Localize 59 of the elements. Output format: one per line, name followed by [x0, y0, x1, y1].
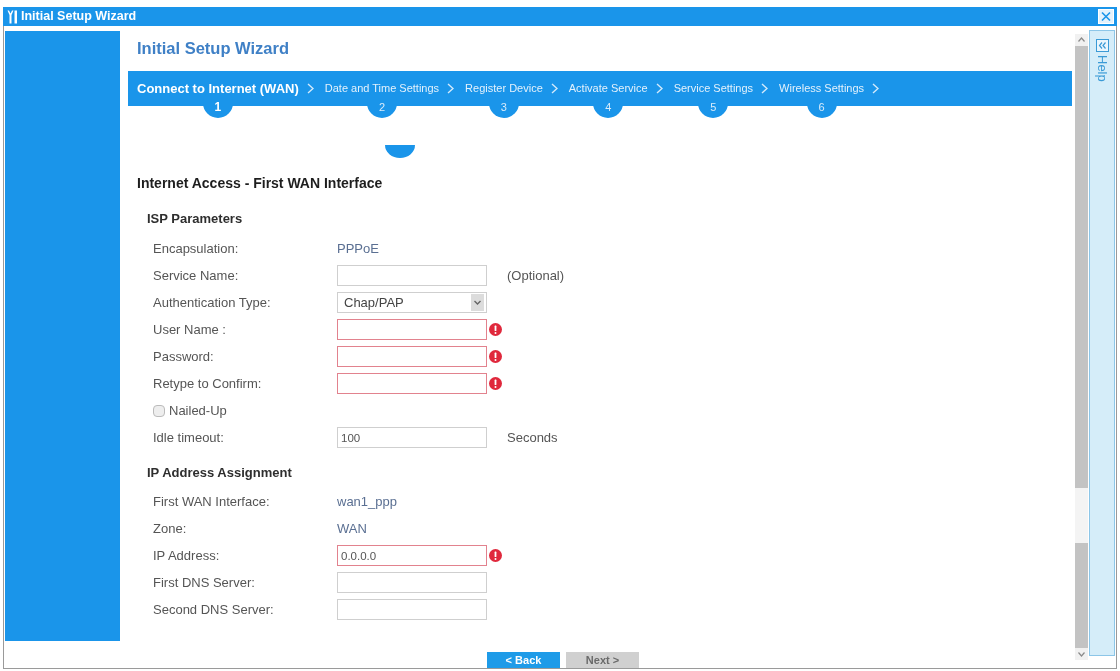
- field-label: User Name :: [153, 320, 227, 339]
- double-chevron-icon[interactable]: [1095, 39, 1109, 52]
- input-field[interactable]: 100: [337, 427, 487, 448]
- section-title: Internet Access - First WAN Interface: [137, 174, 384, 193]
- caret-icon: [471, 294, 484, 311]
- unit-label: Seconds: [507, 428, 558, 447]
- input-field[interactable]: [337, 265, 487, 286]
- field-label: Password:: [153, 347, 215, 366]
- error-icon: [489, 323, 502, 336]
- field-label: Authentication Type:: [153, 293, 272, 312]
- chevron-icon: [550, 83, 558, 94]
- wizard-step-tab[interactable]: Register Device: [465, 80, 543, 97]
- chevron-icon: [306, 83, 314, 94]
- field-label: First WAN Interface:: [153, 492, 271, 511]
- down-caret-icon[interactable]: [1075, 648, 1088, 660]
- field-value: PPPoE: [337, 239, 379, 258]
- group-title: IP Address Assignment: [147, 464, 293, 482]
- input-field[interactable]: [337, 373, 487, 394]
- error-icon: [489, 549, 502, 562]
- chevron-icon: [655, 83, 663, 94]
- field-label: Encapsulation:: [153, 239, 240, 258]
- field-value: wan1_ppp: [337, 492, 397, 511]
- field-label: Service Name:: [153, 266, 240, 285]
- close-icon[interactable]: [1098, 9, 1114, 24]
- input-field[interactable]: 0.0.0.0: [337, 545, 487, 566]
- wizard-step-tab[interactable]: Connect to Internet (WAN): [137, 78, 299, 99]
- error-icon: [489, 377, 502, 390]
- wizard-step-tab[interactable]: Service Settings: [673, 80, 754, 97]
- input-field[interactable]: [337, 572, 487, 593]
- up-caret-icon[interactable]: [1075, 34, 1088, 46]
- field-label: First DNS Server:: [153, 573, 256, 592]
- scrollbar[interactable]: [1075, 34, 1088, 660]
- field-label: Second DNS Server:: [153, 600, 275, 619]
- error-icon: [489, 350, 502, 363]
- field-label: Idle timeout:: [153, 428, 225, 447]
- field-label: IP Address:: [153, 546, 221, 565]
- help-tab[interactable]: Help: [1092, 55, 1112, 82]
- input-field[interactable]: [337, 599, 487, 620]
- back-button[interactable]: < Back: [487, 652, 560, 668]
- checkbox-label: Nailed-Up: [169, 401, 227, 420]
- wizard-step-tab[interactable]: Wireless Settings: [779, 80, 865, 97]
- checkbox[interactable]: [153, 404, 165, 417]
- field-value: WAN: [337, 519, 367, 538]
- window-title: Initial Setup Wizard: [21, 8, 137, 25]
- page-title: Initial Setup Wizard: [137, 38, 291, 59]
- unit-label: (Optional): [507, 266, 565, 285]
- wizard-step-tab[interactable]: Activate Service: [568, 80, 648, 97]
- chevron-icon: [872, 83, 880, 94]
- tools-icon: [7, 9, 17, 24]
- chevron-icon: [761, 83, 769, 94]
- group-title: ISP Parameters: [147, 210, 244, 228]
- field-label: Zone:: [153, 519, 188, 538]
- field-label: Retype to Confirm:: [153, 374, 263, 393]
- wizard-step-tab[interactable]: Date and Time Settings: [324, 80, 440, 97]
- input-field[interactable]: [337, 319, 487, 340]
- scroll-thumb[interactable]: [1075, 488, 1088, 543]
- chevron-icon: [447, 83, 455, 94]
- input-field[interactable]: [337, 346, 487, 367]
- select-field[interactable]: Chap/PAP: [337, 292, 487, 313]
